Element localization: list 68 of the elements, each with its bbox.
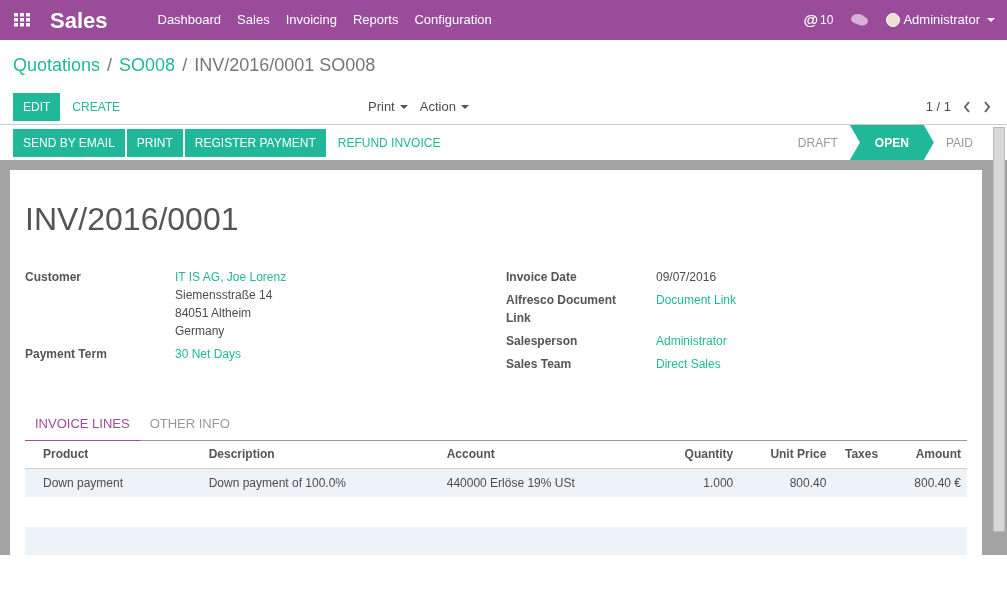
menu-item[interactable]: Dashboard (157, 10, 222, 30)
user-name: Administrator (903, 11, 980, 30)
breadcrumb-link[interactable]: SO008 (119, 51, 176, 79)
field-value: 09/07/2016 (656, 269, 717, 286)
menu-item[interactable]: Invoicing (285, 10, 337, 30)
table-cell: 1.000 (703, 475, 734, 490)
scrollbar[interactable] (993, 127, 1005, 532)
column-header: Amount (884, 440, 967, 469)
primary-button[interactable]: EDIT (13, 93, 61, 121)
field-value: Germany (175, 323, 226, 340)
field-label: Sales Team (506, 356, 573, 373)
dropdown-button[interactable]: Print (368, 97, 408, 117)
apps-grid-icon[interactable] (14, 13, 30, 27)
column-header: Account (428, 440, 626, 469)
breadcrumb-separator: / (182, 53, 188, 77)
field-link[interactable]: IT IS AG, Joe Lorenz (175, 268, 287, 286)
at-sign-icon: @ (803, 8, 819, 32)
column-header: Unit Price (739, 440, 833, 469)
field-label: Salesperson (506, 333, 579, 350)
menu-item[interactable]: Sales (237, 10, 270, 30)
field-link[interactable]: Direct Sales (656, 355, 721, 373)
primary-button[interactable]: REGISTER PAYMENT (184, 128, 326, 157)
field-label: Invoice Date (506, 269, 578, 286)
table-cell: 800.40 € (914, 475, 961, 490)
menu-item[interactable]: Configuration (414, 10, 492, 30)
caret-icon (399, 105, 408, 109)
field-label: Payment Term (25, 346, 108, 363)
field-value: 84051 Altheim (175, 305, 253, 322)
field-value: Siemensstraße 14 (175, 287, 274, 304)
column-header: Description (190, 440, 429, 469)
breadcrumb-separator: / (107, 53, 113, 77)
table-cell: 800.40 (789, 475, 827, 490)
form-tab[interactable]: OTHER INFO (139, 408, 240, 440)
form-tab[interactable]: INVOICE LINES (25, 408, 140, 441)
next-chevron-icon[interactable] (983, 101, 991, 113)
user-menu[interactable]: Administrator (886, 10, 995, 30)
field-label: Customer (25, 269, 82, 286)
mentions-button[interactable]: @10 (803, 8, 834, 32)
column-header: Quantity (625, 440, 740, 469)
previous-chevron-icon[interactable] (963, 101, 971, 113)
app-title: Sales (50, 6, 108, 35)
chat-bubbles-icon[interactable] (851, 13, 869, 27)
status-stage[interactable]: DRAFT (785, 125, 850, 160)
field-label: Alfresco Document Link (506, 292, 618, 327)
field-link[interactable]: 30 Net Days (175, 345, 242, 363)
primary-button[interactable]: PRINT (126, 128, 183, 157)
status-stage[interactable]: OPEN (849, 125, 934, 160)
status-stage[interactable]: PAID (933, 125, 985, 160)
table-cell: 440000 Erlöse 19% USt (446, 475, 575, 490)
table-cell: Down payment (43, 475, 124, 490)
record-title: INV/2016/0001 (25, 200, 240, 239)
column-header: Taxes (832, 440, 885, 469)
menu-item[interactable]: Reports (352, 10, 399, 30)
breadcrumb-current: INV/2016/0001 SO008 (194, 53, 376, 77)
primary-button[interactable]: SEND BY EMAIL (13, 128, 125, 157)
link-button[interactable]: CREATE (62, 93, 131, 121)
field-link[interactable]: Administrator (656, 332, 727, 350)
mention-count: 10 (820, 12, 834, 29)
caret-icon (460, 105, 469, 109)
caret-icon (987, 18, 995, 22)
dropdown-button[interactable]: Action (419, 97, 469, 117)
breadcrumb-link[interactable]: Quotations (13, 51, 101, 79)
pager-value: 1 / 1 (925, 98, 951, 117)
field-link[interactable]: Document Link (656, 291, 737, 309)
column-header: Product (25, 440, 191, 469)
avatar-icon (886, 13, 901, 27)
table-cell: Down payment of 100.0% (208, 475, 347, 490)
link-button[interactable]: REFUND INVOICE (327, 128, 451, 157)
